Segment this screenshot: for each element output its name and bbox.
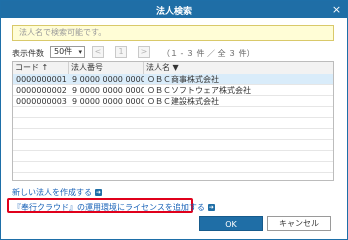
- cell-corp-number: 9 0000 0000 0000: [72, 97, 144, 106]
- table-row[interactable]: 0000000002 9 0000 0000 0000 ＯＢＣソフトウェア株式会…: [13, 85, 333, 96]
- close-icon[interactable]: ×: [330, 3, 343, 16]
- cell-code: 0000000003: [16, 97, 67, 106]
- prev-page-button[interactable]: <: [92, 46, 104, 58]
- cell-code: 0000000001: [16, 75, 67, 84]
- chevron-left-icon: <: [94, 47, 102, 56]
- cell-corp-number: 9 0000 0000 0000: [72, 86, 144, 95]
- table-row[interactable]: 0000000003 9 0000 0000 0000 ＯＢＣ建設株式会社: [13, 96, 333, 107]
- empty-row: [13, 162, 333, 173]
- empty-row: [13, 129, 333, 140]
- column-header-corp-number[interactable]: 法人番号: [69, 62, 144, 74]
- page-info: （１ - ３ 件 ／ 全 ３ 件）: [162, 49, 255, 58]
- empty-row: [13, 140, 333, 151]
- display-count-select[interactable]: 50件 ▾: [50, 46, 85, 58]
- add-license-highlight: 『奉行クラウド』の運用環境にライセンスを追加する ➜: [7, 198, 215, 213]
- corporation-search-dialog: 法人検索 × 法人名で検索可能です。 表示件数 50件 ▾ < 1 > （１ -…: [0, 0, 348, 240]
- add-license-link[interactable]: 『奉行クラウド』の運用環境にライセンスを追加する ➜: [13, 202, 215, 213]
- empty-row: [13, 118, 333, 129]
- display-count-value: 50件: [54, 47, 73, 56]
- pager-bar: 表示件数 50件 ▾ < 1 > （１ - ３ 件 ／ 全 ３ 件）: [12, 46, 334, 60]
- display-count-label: 表示件数: [12, 49, 44, 58]
- empty-row: [13, 151, 333, 162]
- new-corporation-link[interactable]: 新しい法人を作成する ➜: [12, 187, 102, 198]
- cell-corp-name: ＯＢＣソフトウェア株式会社: [147, 86, 251, 95]
- table-row[interactable]: 0000000001 9 0000 0000 0000 ＯＢＣ商事株式会社: [13, 74, 333, 85]
- column-header-corp-name[interactable]: 法人名 ▼: [144, 62, 333, 74]
- chevron-down-icon: ▾: [78, 48, 82, 56]
- cell-corp-number: 9 0000 0000 0000: [72, 75, 144, 84]
- corporation-table: コード ↑ 法人番号 法人名 ▼ 0000000001 9 0000 0000 …: [12, 61, 334, 181]
- add-license-label: 『奉行クラウド』の運用環境にライセンスを追加する: [13, 203, 205, 212]
- arrow-right-icon: ➜: [95, 189, 102, 196]
- title-bar: 法人検索 ×: [1, 1, 347, 18]
- ok-button[interactable]: OK: [199, 216, 263, 231]
- cell-corp-name: ＯＢＣ商事株式会社: [147, 75, 219, 84]
- next-page-button[interactable]: >: [138, 46, 150, 58]
- chevron-right-icon: >: [140, 47, 148, 56]
- dialog-title: 法人検索: [155, 7, 192, 17]
- cancel-button[interactable]: キャンセル: [267, 216, 331, 231]
- empty-row: [13, 107, 333, 118]
- column-header-code[interactable]: コード ↑: [13, 62, 69, 74]
- arrow-right-icon: ➜: [207, 204, 215, 211]
- cell-corp-name: ＯＢＣ建設株式会社: [147, 97, 219, 106]
- cell-code: 0000000002: [16, 86, 67, 95]
- new-corporation-label: 新しい法人を作成する: [12, 188, 92, 197]
- search-input[interactable]: 法人名で検索可能です。: [12, 25, 334, 41]
- page-number-button[interactable]: 1: [115, 46, 127, 58]
